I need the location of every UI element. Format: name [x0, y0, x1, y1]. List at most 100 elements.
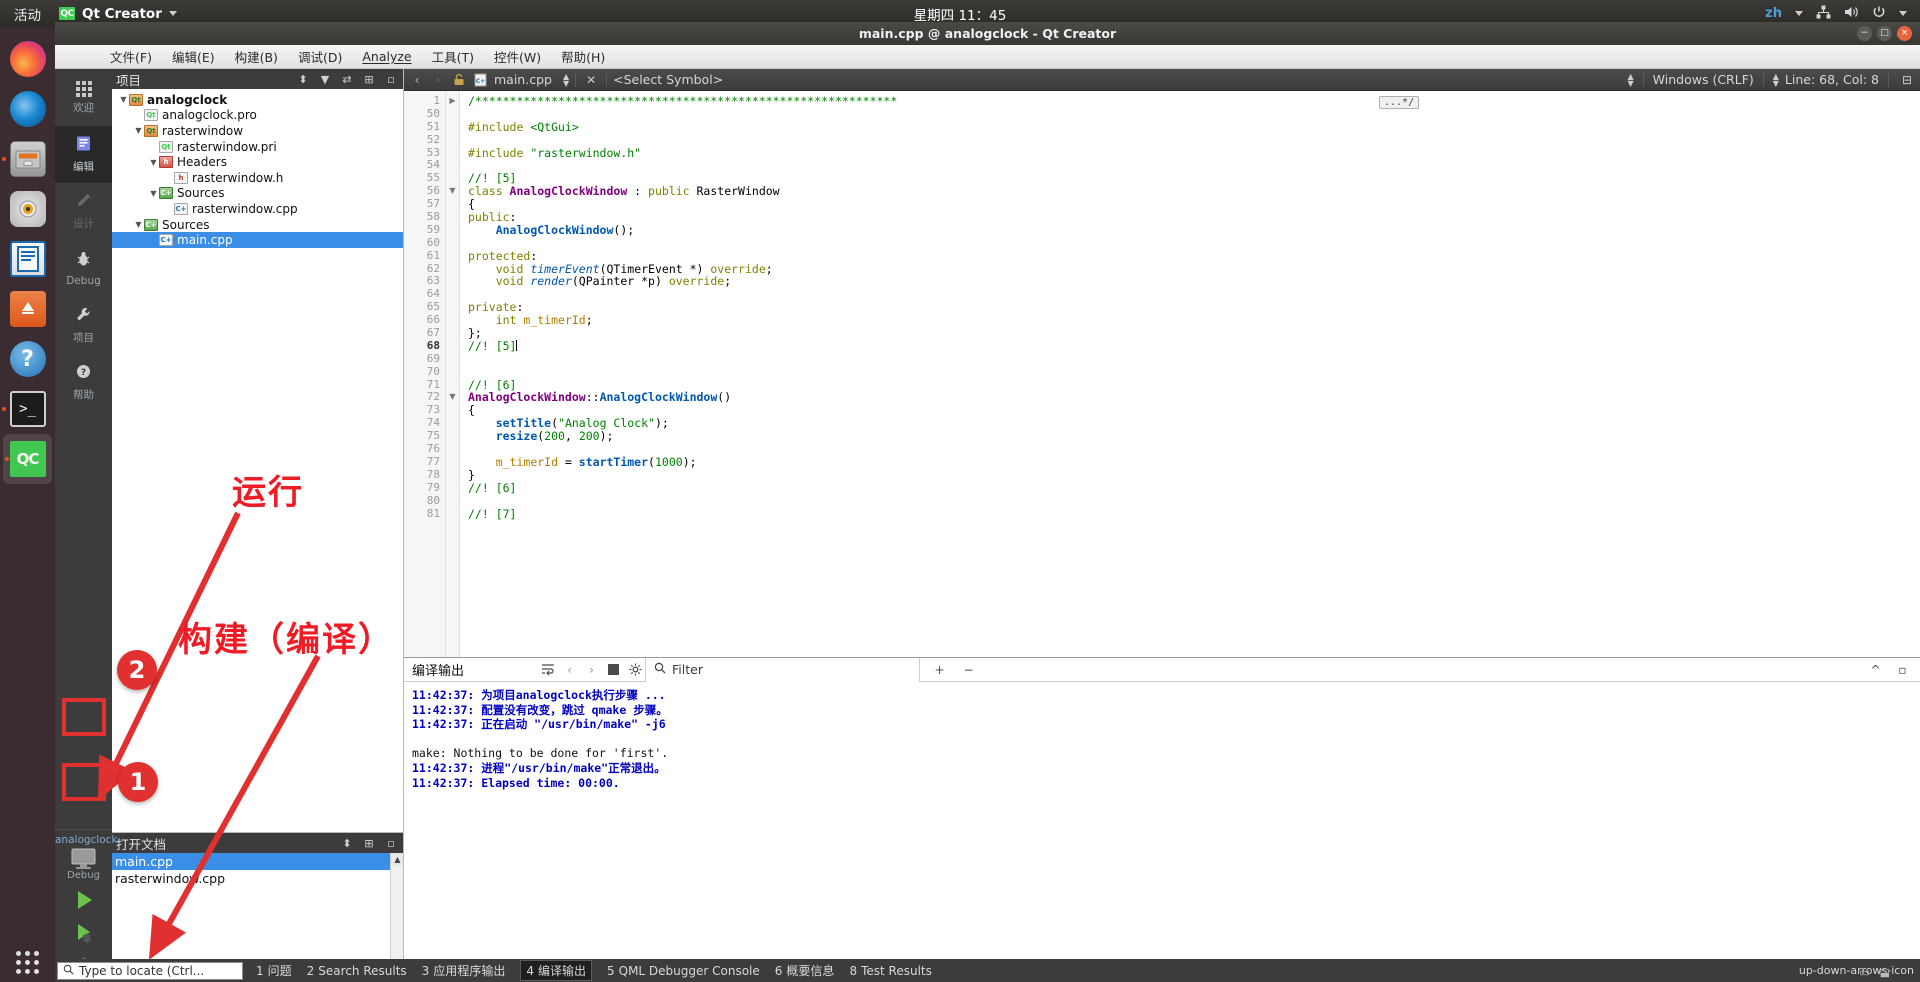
dock-item-libreoffice-writer[interactable] — [0, 234, 55, 284]
collapse-icon[interactable]: ▫ — [383, 71, 399, 87]
clock[interactable]: 星期四 11：45 — [914, 4, 1007, 24]
tree-item-analogclock-pro[interactable]: Qt analogclock.pro — [112, 108, 403, 124]
fold-marker-column[interactable]: ▶ ▼ ▼ — [446, 91, 460, 657]
settings-gear-icon[interactable] — [626, 660, 645, 679]
filter-input[interactable]: Filter — [645, 657, 921, 682]
unlocked-icon[interactable] — [450, 71, 468, 89]
tree-item-analogclock[interactable]: ▼ Qt analogclock — [112, 92, 403, 108]
zoom-out-button[interactable]: − — [959, 660, 978, 679]
kit-selector[interactable]: analogclock Debug — [55, 829, 118, 883]
mode-help[interactable]: ? 帮助 — [55, 354, 112, 411]
tree-item-sources[interactable]: ▼ C+ Sources — [112, 217, 403, 233]
mode-welcome[interactable]: 欢迎 — [55, 69, 112, 126]
volume-icon[interactable] — [1844, 5, 1859, 23]
close-button[interactable]: × — [1897, 26, 1912, 41]
menu-tools[interactable]: 工具(T) — [432, 47, 474, 66]
code-content[interactable]: /***************************************… — [460, 91, 1920, 657]
tree-item-rasterwindow[interactable]: ▼ Qt rasterwindow — [112, 123, 403, 139]
output-tab-----[interactable]: 4 编译输出 — [520, 960, 592, 981]
output-log[interactable]: 11:42:37: 为项目analogclock执行步骤 ... 11:42:37… — [404, 682, 1920, 982]
output-tab-search-results[interactable]: 2 Search Results — [307, 964, 407, 978]
sort-icon[interactable]: ⬍ — [295, 71, 311, 87]
editor-file-name[interactable]: main.cpp — [492, 72, 560, 87]
fold-toggle-icon[interactable]: ▼ — [446, 391, 459, 404]
power-icon[interactable] — [1872, 5, 1886, 23]
tree-item-headers[interactable]: ▼ h Headers — [112, 154, 403, 170]
tree-item-sources[interactable]: ▼ C+ Sources — [112, 186, 403, 202]
locator-input[interactable]: Type to locate (Ctrl... — [57, 961, 243, 980]
encoding-dropdown-icon[interactable]: ▲ ▼ — [1773, 72, 1779, 87]
collapse-icon[interactable]: ▫ — [383, 835, 399, 851]
split-icon[interactable]: ⊞ — [361, 835, 377, 851]
run-button[interactable] — [55, 883, 112, 916]
dock-item-firefox[interactable] — [0, 34, 55, 84]
link-icon[interactable]: ⇄ — [339, 71, 355, 87]
line-ending-selector[interactable]: Windows (CRLF) — [1653, 72, 1754, 87]
minimize-output-icon[interactable]: ▭ — [1859, 966, 1869, 979]
float-output-icon[interactable]: ▫ — [1893, 660, 1912, 679]
line-ending-dropdown-icon[interactable]: ▲ ▼ — [1628, 72, 1634, 87]
split-editor-icon[interactable]: ⊟ — [1898, 71, 1916, 89]
file-dropdown-icon[interactable]: ▲ ▼ — [563, 72, 569, 87]
dock-item-qtcreator[interactable]: QC — [3, 434, 52, 484]
menu-edit[interactable]: 编辑(E) — [172, 47, 215, 66]
chevron-down-icon[interactable] — [1899, 11, 1907, 16]
maximize-output-icon[interactable]: ^ — [1866, 660, 1885, 679]
menu-analyze[interactable]: Analyze — [362, 49, 411, 64]
next-item-icon[interactable]: › — [582, 660, 601, 679]
menu-widgets[interactable]: 控件(W) — [494, 47, 541, 66]
split-icon[interactable]: ⊞ — [361, 71, 377, 87]
dock-item-terminal[interactable]: >_ — [0, 384, 55, 434]
output-tab-----[interactable]: 6 概要信息 — [775, 962, 835, 979]
tree-item-rasterwindow-pri[interactable]: Qt rasterwindow.pri — [112, 139, 403, 155]
sort-icon[interactable]: ⬍ — [339, 835, 355, 851]
dock-item-help[interactable]: ? — [0, 334, 55, 384]
menu-debug[interactable]: 调试(D) — [298, 47, 342, 66]
dock-item-files[interactable] — [0, 134, 55, 184]
menu-file[interactable]: 文件(F) — [110, 47, 152, 66]
up-down-arrows-icon[interactable]: up-down-arrows-icon — [1799, 964, 1914, 977]
chevron-down-icon[interactable]: ▼ — [148, 158, 159, 167]
menu-build[interactable]: 构建(B) — [235, 47, 278, 66]
tree-item-rasterwindow-h[interactable]: h rasterwindow.h — [112, 170, 403, 186]
mode-debug[interactable]: Debug — [55, 240, 112, 297]
output-tab-------[interactable]: 3 应用程序输出 — [422, 962, 506, 979]
maximize-button[interactable]: □ — [1877, 26, 1892, 41]
chevron-down-icon[interactable]: ▼ — [148, 189, 159, 198]
output-tab---[interactable]: 1 问题 — [256, 962, 292, 979]
zoom-in-button[interactable]: + — [930, 660, 949, 679]
output-tab-qml-debugger-console[interactable]: 5 QML Debugger Console — [607, 964, 760, 978]
tree-item-rasterwindow-cpp[interactable]: C+ rasterwindow.cpp — [112, 201, 403, 217]
open-document-item[interactable]: main.cpp — [112, 853, 403, 870]
scroll-up-icon[interactable]: ▲ — [391, 853, 403, 866]
chevron-down-icon[interactable]: ▼ — [133, 220, 144, 229]
fold-toggle-icon[interactable]: ▶ — [446, 95, 459, 108]
dock-item-thunderbird[interactable] — [0, 84, 55, 134]
chevron-down-icon[interactable]: ▼ — [133, 126, 144, 135]
fold-toggle-icon[interactable]: ▼ — [446, 185, 459, 198]
keyboard-layout-indicator[interactable]: zh — [1765, 6, 1782, 21]
prev-item-icon[interactable]: ‹ — [560, 660, 579, 679]
dock-item-rhythmbox[interactable] — [0, 184, 55, 234]
code-editor[interactable]: 1 50 51 52 53 54 55 56 57 58 59 60 61 62 63 64 65 66 67 68 6… — [404, 91, 1920, 657]
navigate-forward-icon[interactable]: › — [429, 71, 447, 89]
filter-icon[interactable]: ▼ — [317, 71, 333, 87]
dock-item-ubuntu-software[interactable] — [0, 284, 55, 334]
symbol-selector[interactable]: <Select Symbol> — [613, 72, 723, 87]
chevron-down-icon[interactable]: ▼ — [118, 95, 129, 104]
mode-edit[interactable]: 编辑 — [55, 126, 112, 183]
open-document-item[interactable]: rasterwindow.cpp — [112, 870, 403, 887]
app-menu[interactable]: QC Qt Creator — [59, 6, 177, 22]
stop-icon[interactable] — [604, 660, 623, 679]
show-applications-button[interactable] — [0, 951, 55, 974]
network-icon[interactable] — [1816, 5, 1831, 23]
activities-button[interactable]: 活动 — [14, 4, 41, 24]
tree-item-main-cpp[interactable]: C+ main.cpp — [112, 232, 403, 248]
output-tab-test-results[interactable]: 8 Test Results — [849, 964, 931, 978]
mode-projects[interactable]: 项目 — [55, 297, 112, 354]
wrap-lines-icon[interactable] — [538, 660, 557, 679]
menu-help[interactable]: 帮助(H) — [561, 47, 605, 66]
expand-output-icon[interactable]: ⬓ — [1880, 966, 1890, 979]
start-debugging-button[interactable] — [55, 916, 112, 949]
close-document-icon[interactable]: ✕ — [582, 71, 600, 89]
